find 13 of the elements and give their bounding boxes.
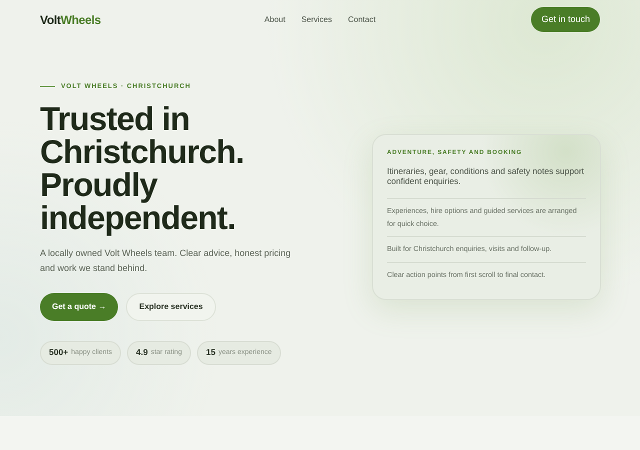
explore-button[interactable]: Explore services [126, 292, 216, 321]
stat-value: 500+ [49, 346, 68, 360]
logo[interactable]: VoltWheels [40, 10, 190, 28]
quote-button[interactable]: Get a quote → [40, 292, 118, 321]
headline: Trusted in Christchurch. Proudly independent. [40, 102, 245, 234]
card-summary: Itineraries, gear, conditions and safety notes support confident enquiries. [387, 166, 586, 199]
get-in-touch-button[interactable]: Get in touch [531, 7, 600, 32]
nav-link[interactable]: About [264, 14, 286, 26]
stat-value: 4.9 [136, 346, 148, 360]
nav-link[interactable]: Services [301, 14, 332, 26]
nav-link[interactable]: Contact [348, 14, 376, 26]
lead-paragraph: A locally owned Volt Wheels team. Clear advice, honest pricing and work we stand behind. [40, 246, 292, 275]
stat-value: 15 [206, 346, 216, 360]
